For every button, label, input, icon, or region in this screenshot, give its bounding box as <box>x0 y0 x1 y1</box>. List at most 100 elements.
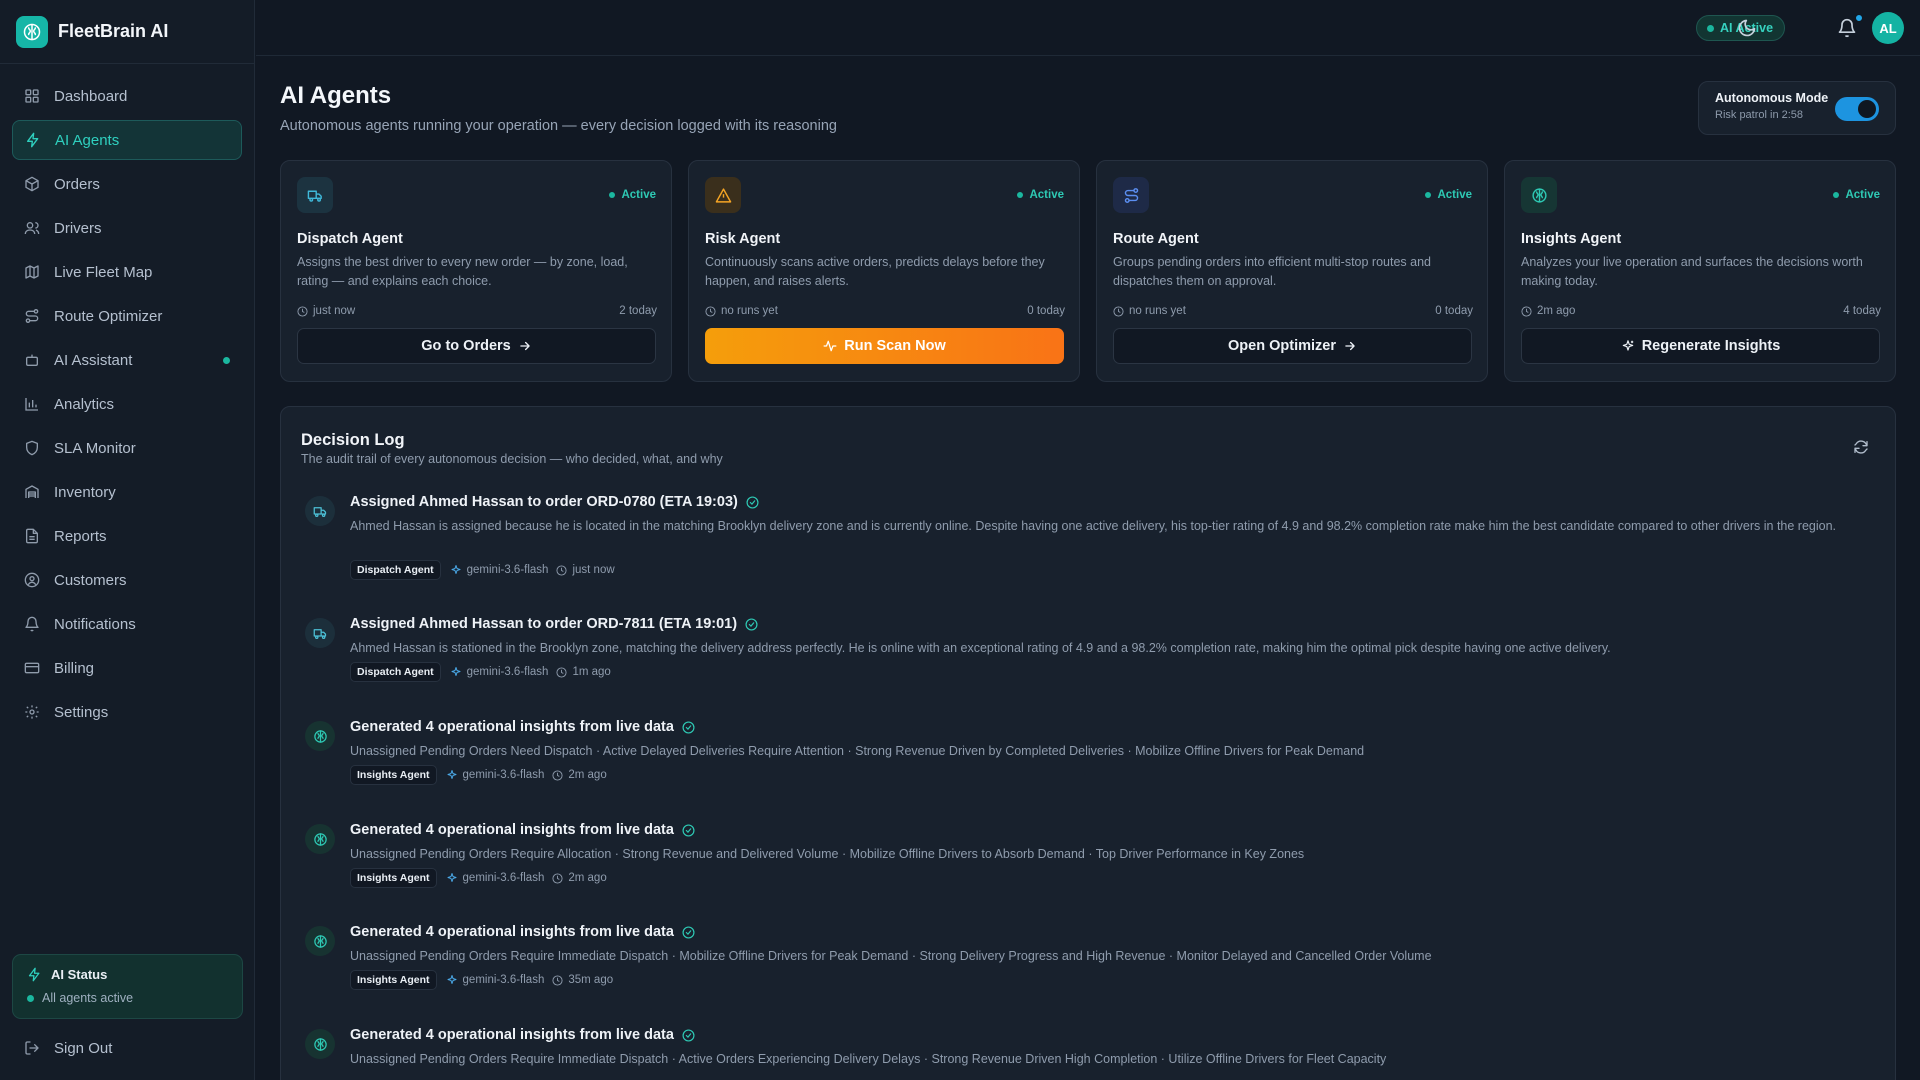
last-run: just now <box>297 305 355 317</box>
page-subtitle: Autonomous agents running your operation… <box>280 118 837 134</box>
bar-chart-icon <box>25 398 38 411</box>
sidebar-item-billing[interactable]: Billing <box>12 648 242 688</box>
bot-icon <box>26 354 38 366</box>
log-entry[interactable]: Generated 4 operational insights from li… <box>293 709 1883 803</box>
status-label: Active <box>621 189 656 201</box>
top-bar: AI Active AL <box>256 0 1920 56</box>
agent-description: Assigns the best driver to every new ord… <box>297 255 628 288</box>
sidebar-item-ai-agents[interactable]: AI Agents <box>12 120 242 160</box>
sidebar-item-inventory[interactable]: Inventory <box>12 472 242 512</box>
sparkles-icon <box>447 975 457 984</box>
status-label: Active <box>1845 189 1880 201</box>
refresh-icon[interactable] <box>1853 439 1869 455</box>
ai-status-panel: AI Status All agents active <box>12 954 243 1019</box>
brain-icon <box>305 926 335 956</box>
ai-status-title: AI Status <box>51 967 108 982</box>
status-label: Active <box>1437 189 1472 201</box>
truck-icon <box>297 177 333 213</box>
brand[interactable]: FleetBrain AI <box>0 0 254 64</box>
sidebar-item-label: Live Fleet Map <box>54 263 153 281</box>
check-circle-icon <box>745 617 758 631</box>
arrow-right-icon <box>519 341 530 351</box>
bell-icon[interactable] <box>1837 18 1857 38</box>
entry-tags: Insights Agent gemini-3.6-flash 35m ago <box>350 970 613 990</box>
entry-time: 2m ago <box>552 769 607 781</box>
autonomous-mode-toggle[interactable] <box>1835 97 1879 121</box>
sidebar-item-reports[interactable]: Reports <box>12 516 242 556</box>
sidebar-item-orders[interactable]: Orders <box>12 164 242 204</box>
agent-card-route: Active Route Agent Groups pending orders… <box>1096 160 1488 382</box>
route-icon <box>25 309 39 323</box>
sidebar-item-route-optimizer[interactable]: Route Optimizer <box>12 296 242 336</box>
sidebar-item-label: Settings <box>54 703 109 721</box>
log-entry[interactable]: Generated 4 operational insights from li… <box>293 812 1883 906</box>
sidebar-item-label: Orders <box>54 175 100 193</box>
entry-title: Generated 4 operational insights from li… <box>350 719 674 735</box>
sidebar-item-label: AI Assistant <box>54 351 133 369</box>
agent-name: Risk Agent <box>705 231 781 247</box>
agent-tag: Insights Agent <box>350 970 437 990</box>
shield-icon <box>26 440 38 456</box>
truck-icon <box>305 496 335 526</box>
sidebar-item-label: Billing <box>54 659 95 677</box>
sidebar-item-notifications[interactable]: Notifications <box>12 604 242 644</box>
sidebar-item-sla-monitor[interactable]: SLA Monitor <box>12 428 242 468</box>
agent-name: Insights Agent <box>1521 231 1622 247</box>
status-badge: Active <box>1425 189 1472 201</box>
entry-title-row: Generated 4 operational insights from li… <box>350 719 695 735</box>
sidebar-item-settings[interactable]: Settings <box>12 692 242 732</box>
status-badge: Active <box>1017 189 1064 201</box>
entry-title-row: Assigned Ahmed Hassan to order ORD-0780 … <box>350 494 759 510</box>
sidebar-item-live-fleet-map[interactable]: Live Fleet Map <box>12 252 242 292</box>
model-name: gemini-3.6-flash <box>466 666 549 678</box>
agent-tag: Insights Agent <box>350 868 437 888</box>
entry-tags: Dispatch Agent gemini-3.6-flash 1m ago <box>350 662 611 682</box>
log-entry[interactable]: Assigned Ahmed Hassan to order ORD-7811 … <box>293 606 1883 700</box>
status-dot <box>1833 192 1840 198</box>
run-scan-now-button[interactable]: Run Scan Now <box>705 328 1064 364</box>
sign-out-label: Sign Out <box>54 1039 113 1057</box>
button-label: Go to Orders <box>421 338 511 354</box>
regenerate-insights-button[interactable]: Regenerate Insights <box>1521 328 1880 364</box>
entry-tags: Insights Agent gemini-3.6-flash 2m ago <box>350 868 607 888</box>
agent-card-insights: Active Insights Agent Analyzes your live… <box>1504 160 1896 382</box>
entry-reasoning: Unassigned Pending Orders Require Alloca… <box>350 847 1305 861</box>
log-entry[interactable]: Generated 4 operational insights from li… <box>293 1017 1883 1080</box>
sidebar-item-dashboard[interactable]: Dashboard <box>12 76 242 116</box>
sparkles-icon <box>447 873 457 882</box>
agent-name: Dispatch Agent <box>297 231 403 247</box>
sidebar-nav: Dashboard AI Agents Orders Drivers Live … <box>0 64 254 732</box>
agent-tag: Dispatch Agent <box>350 560 441 580</box>
check-circle-icon <box>682 925 695 939</box>
status-label: Active <box>1029 189 1064 201</box>
sidebar-item-label: Analytics <box>54 395 115 413</box>
sidebar-item-analytics[interactable]: Analytics <box>12 384 242 424</box>
model-name: gemini-3.6-flash <box>462 974 545 986</box>
sidebar-item-customers[interactable]: Customers <box>12 560 242 600</box>
file-icon <box>26 528 38 544</box>
log-entry[interactable]: Assigned Ahmed Hassan to order ORD-0780 … <box>293 484 1883 596</box>
sidebar-item-label: Notifications <box>54 615 136 633</box>
sidebar-item-ai-assistant[interactable]: AI Assistant <box>12 340 242 380</box>
log-entry[interactable]: Generated 4 operational insights from li… <box>293 914 1883 1008</box>
log-out-icon <box>25 1041 39 1055</box>
sparkles-icon <box>451 667 461 676</box>
moon-icon[interactable] <box>1737 18 1757 38</box>
truck-icon <box>305 618 335 648</box>
agent-card-dispatch: Active Dispatch Agent Assigns the best d… <box>280 160 672 382</box>
sign-out-button[interactable]: Sign Out <box>12 1030 112 1066</box>
entry-title: Generated 4 operational insights from li… <box>350 924 674 940</box>
model-name: gemini-3.6-flash <box>462 769 545 781</box>
zap-icon <box>27 132 39 148</box>
entry-time-label: 2m ago <box>568 872 607 884</box>
app-name: FleetBrain AI <box>58 21 169 41</box>
run-count: 2 today <box>619 305 657 317</box>
sidebar-item-drivers[interactable]: Drivers <box>12 208 242 248</box>
go-to-orders-button[interactable]: Go to Orders <box>297 328 656 364</box>
model-label: gemini-3.6-flash <box>446 974 545 986</box>
model-label: gemini-3.6-flash <box>450 564 548 576</box>
open-optimizer-button[interactable]: Open Optimizer <box>1113 328 1472 364</box>
avatar[interactable]: AL <box>1872 12 1904 44</box>
agent-description: Groups pending orders into efficient mul… <box>1113 255 1432 288</box>
entry-time: 35m ago <box>552 974 613 986</box>
